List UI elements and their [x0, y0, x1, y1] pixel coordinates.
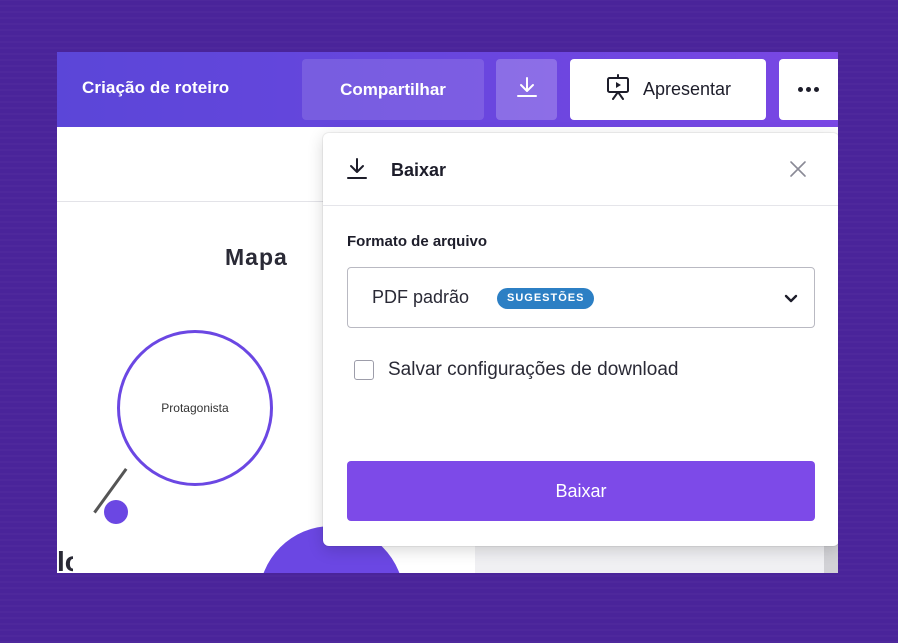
more-options-button[interactable] [779, 59, 838, 120]
presentation-icon [605, 74, 631, 105]
suggestions-badge: SUGESTÕES [497, 288, 595, 309]
document-title[interactable]: Criação de roteiro [82, 78, 229, 98]
file-format-label: Formato de arquivo [347, 233, 488, 250]
save-settings-checkbox[interactable] [354, 360, 374, 380]
slide-partial-text: lo [57, 546, 73, 573]
file-format-value: PDF padrão [372, 287, 470, 307]
download-icon [346, 157, 368, 186]
download-button[interactable] [496, 59, 557, 120]
download-submit-button[interactable]: Baixar [347, 461, 815, 521]
mindmap-dot[interactable] [104, 500, 128, 524]
share-button[interactable]: Compartilhar [302, 59, 484, 120]
download-panel: Baixar Formato de arquivo PDF padrão SUG… [323, 133, 838, 546]
node-label: Protagonista [161, 401, 229, 415]
save-settings-label: Salvar configurações de download [388, 359, 679, 380]
save-settings-option[interactable]: Salvar configurações de download [354, 359, 678, 381]
close-icon[interactable] [788, 159, 808, 184]
mindmap-node[interactable]: Protagonista [117, 330, 273, 486]
top-bar: Criação de roteiro Compartilhar Apresent… [57, 52, 838, 127]
file-format-select[interactable]: PDF padrão SUGESTÕES [347, 267, 815, 328]
app-window: Criação de roteiro Compartilhar Apresent… [57, 52, 838, 573]
more-dots-icon [798, 87, 819, 92]
present-label: Apresentar [642, 79, 732, 99]
download-icon [516, 75, 538, 104]
download-panel-title: Baixar [391, 160, 447, 180]
chevron-down-icon [783, 292, 799, 310]
share-label: Compartilhar [340, 79, 446, 99]
download-submit-label: Baixar [555, 480, 607, 501]
download-panel-header: Baixar [323, 133, 838, 206]
present-button[interactable]: Apresentar [570, 59, 766, 120]
slide-title[interactable]: Mapa [225, 244, 288, 271]
